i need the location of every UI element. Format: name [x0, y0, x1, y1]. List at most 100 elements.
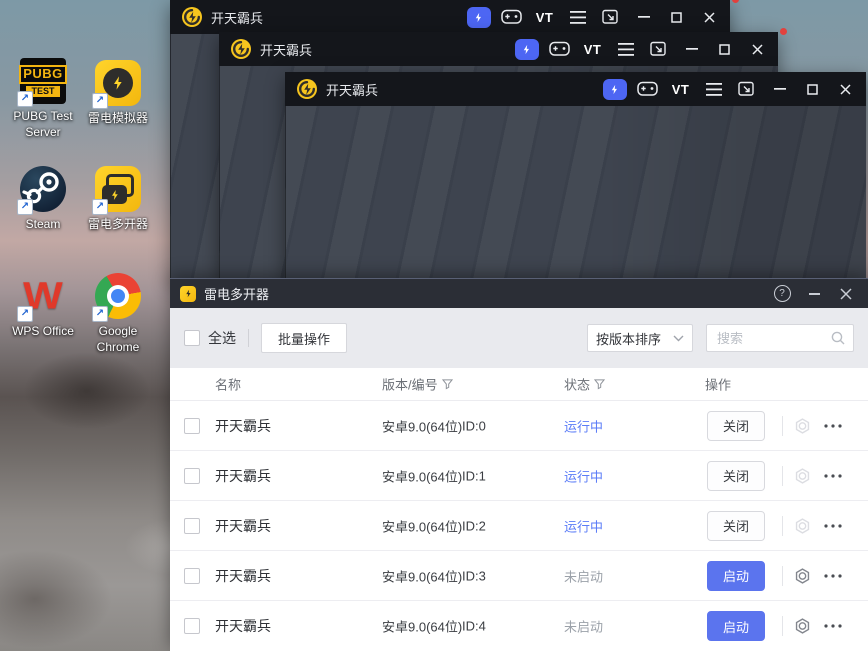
pubg-icon: PUBG TEST ↗ — [17, 58, 67, 107]
chevron-down-icon — [673, 335, 684, 341]
minimize-button[interactable] — [798, 279, 830, 309]
desktop-icon-wps-office[interactable]: W ↗ WPS Office — [5, 273, 81, 340]
manager-toolbar: 全选 批量操作 按版本排序 — [170, 308, 868, 368]
lightning-icon — [185, 289, 191, 298]
desktop-icon-ldplayer[interactable]: ↗ 雷电模拟器 — [80, 60, 156, 127]
maximize-button[interactable] — [660, 0, 693, 34]
filter-icon[interactable] — [594, 379, 606, 390]
row-checkbox[interactable] — [184, 567, 200, 584]
instance-name: 开天霸兵 — [215, 467, 271, 484]
row-checkbox[interactable] — [184, 618, 200, 634]
desktop-icon-google-chrome[interactable]: ↗ Google Chrome — [80, 273, 156, 355]
desktop-icon-label: WPS Office — [12, 324, 74, 338]
minimize-button[interactable] — [675, 32, 708, 66]
close-button[interactable] — [693, 0, 726, 34]
desktop-icon-steam[interactable]: ↗ Steam — [5, 166, 81, 233]
chrome-icon: ↗ — [92, 273, 141, 322]
gamepad-button[interactable] — [543, 32, 576, 66]
more-options-icon[interactable] — [822, 615, 844, 637]
more-options-icon[interactable] — [822, 415, 844, 437]
instance-id: ID:1 — [462, 468, 486, 483]
vt-virtualization-button[interactable]: VT — [576, 28, 787, 66]
shrink-window-icon — [738, 81, 754, 96]
settings-gear-icon[interactable] — [794, 567, 811, 584]
stop-button[interactable]: 关闭 — [707, 510, 765, 541]
shrink-window-button[interactable] — [594, 0, 627, 34]
ldplayer-logo-icon — [182, 7, 202, 27]
desktop-icon-label: Steam — [25, 217, 61, 231]
stop-button[interactable]: 关闭 — [707, 410, 765, 441]
search-input[interactable] — [715, 329, 831, 347]
lightning-icon — [111, 189, 118, 200]
row-divider — [782, 565, 783, 586]
close-button[interactable] — [741, 32, 774, 66]
maximize-button[interactable] — [796, 72, 829, 106]
row-checkbox[interactable] — [184, 517, 200, 534]
boost-button[interactable] — [462, 0, 495, 34]
minimize-icon — [637, 16, 650, 18]
more-options-icon[interactable] — [822, 515, 844, 537]
boost-button[interactable] — [598, 72, 631, 106]
boost-button[interactable] — [510, 32, 543, 66]
shrink-window-button[interactable] — [730, 72, 763, 106]
menu-button[interactable] — [697, 72, 730, 106]
settings-gear-icon[interactable] — [794, 618, 811, 635]
vt-label: VT — [671, 81, 690, 97]
instance-version: 安卓9.0(64位) — [382, 469, 463, 484]
hamburger-menu-icon — [617, 42, 634, 56]
minimize-button[interactable] — [763, 72, 796, 106]
desktop-icon-pubg-test-server[interactable]: PUBG TEST ↗ PUBG Test Server — [5, 58, 81, 140]
emulator-titlebar: 开天霸兵 VT — [285, 72, 866, 106]
settings-gear-icon[interactable] — [794, 417, 811, 434]
row-checkbox[interactable] — [184, 417, 200, 434]
desktop-icon-ld-multiplayer[interactable]: ↗ 雷电多开器 — [80, 166, 156, 233]
select-all-checkbox[interactable] — [184, 330, 200, 346]
close-button[interactable] — [829, 72, 862, 106]
ldplayer-icon: ↗ — [92, 60, 141, 109]
close-icon — [704, 11, 715, 23]
ldplayer-logo-icon — [297, 79, 317, 99]
emulator-window-3: 开天霸兵 VT — [285, 72, 866, 280]
instance-version: 安卓9.0(64位) — [382, 419, 463, 434]
ldplayer-logo-icon — [231, 39, 251, 59]
close-icon — [840, 287, 852, 300]
help-button[interactable] — [766, 279, 798, 309]
vt-virtualization-button[interactable]: VT — [528, 0, 739, 34]
row-divider — [782, 515, 783, 536]
menu-button[interactable] — [609, 32, 642, 66]
row-checkbox[interactable] — [184, 467, 200, 484]
settings-gear-icon[interactable] — [794, 517, 811, 534]
instance-row: 开天霸兵 安卓9.0(64位) ID:1 运行中 关闭 — [170, 451, 868, 501]
lightning-icon — [114, 76, 122, 90]
row-divider — [782, 415, 783, 436]
more-options-icon[interactable] — [822, 565, 844, 587]
shrink-window-button[interactable] — [642, 32, 675, 66]
shrink-window-icon — [650, 41, 666, 56]
maximize-button[interactable] — [708, 32, 741, 66]
instance-row: 开天霸兵 安卓9.0(64位) ID:2 运行中 关闭 — [170, 501, 868, 551]
start-button[interactable]: 启动 — [707, 611, 765, 641]
minimize-button[interactable] — [627, 0, 660, 34]
lightning-boost-icon — [514, 38, 539, 60]
batch-operations-button[interactable]: 批量操作 — [261, 323, 348, 353]
status-badge: 运行中 — [564, 419, 604, 434]
menu-button[interactable] — [561, 0, 594, 34]
minimize-icon — [773, 88, 786, 90]
vt-alert-dot — [780, 28, 787, 35]
select-all-label[interactable]: 全选 — [208, 328, 236, 348]
vt-virtualization-button[interactable]: VT — [664, 72, 697, 106]
window-title: 开天霸兵 — [211, 10, 264, 26]
stop-button[interactable]: 关闭 — [707, 460, 765, 491]
more-options-icon[interactable] — [822, 465, 844, 487]
gamepad-button[interactable] — [631, 72, 664, 106]
close-button[interactable] — [830, 279, 862, 309]
start-button[interactable]: 启动 — [707, 560, 765, 591]
header-ops: 操作 — [705, 377, 732, 393]
instance-id: ID:4 — [462, 618, 486, 634]
settings-gear-icon[interactable] — [794, 467, 811, 484]
filter-icon[interactable] — [441, 379, 453, 390]
ld-multiplayer-icon: ↗ — [92, 166, 141, 215]
gamepad-button[interactable] — [495, 0, 528, 34]
emulator-screen[interactable] — [285, 106, 866, 280]
sort-dropdown[interactable]: 按版本排序 — [587, 324, 693, 352]
